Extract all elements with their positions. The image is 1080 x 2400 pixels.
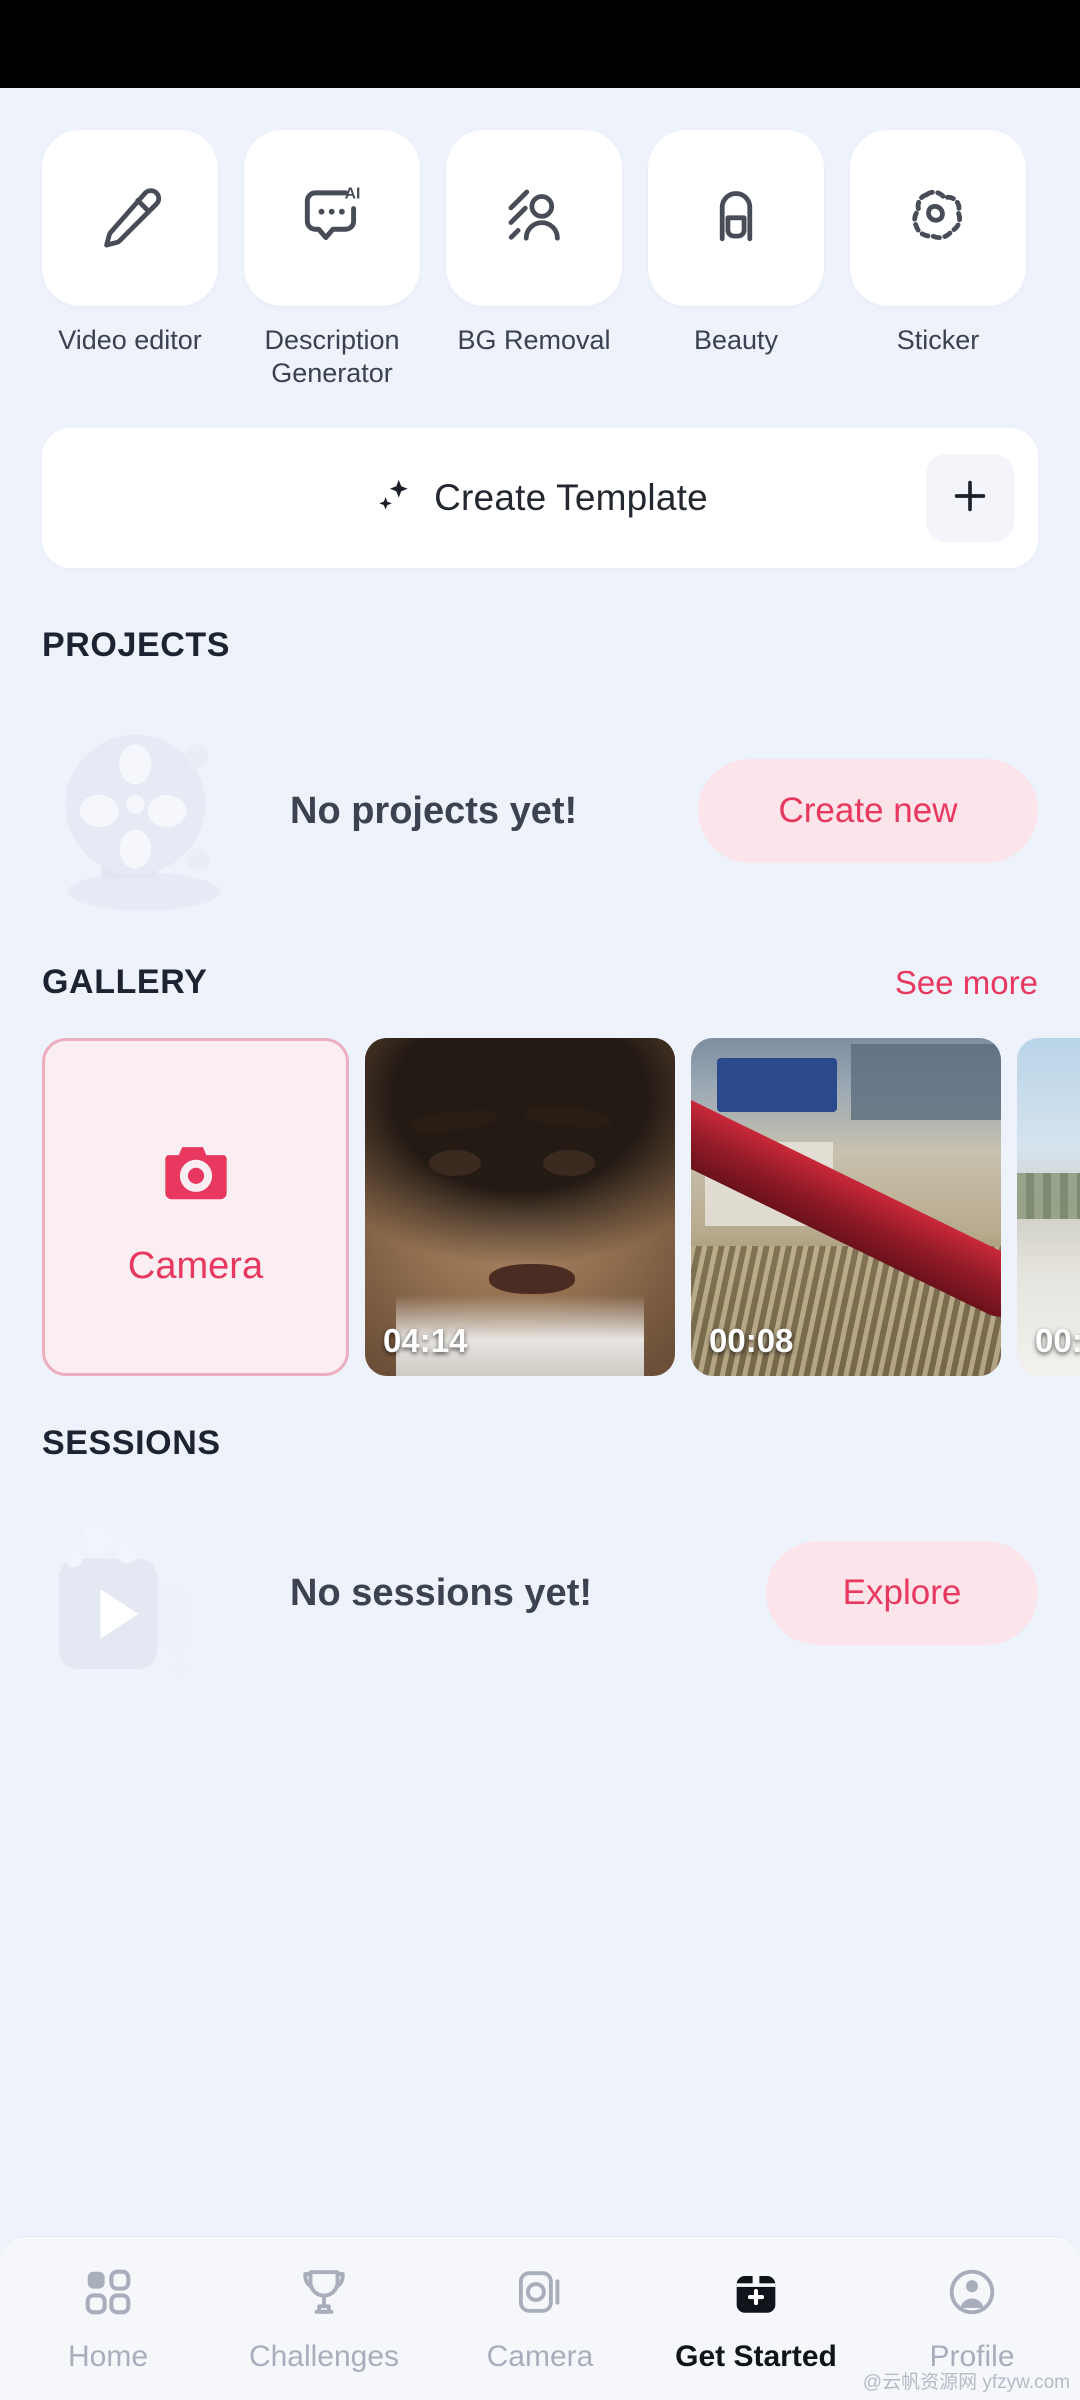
tool-card[interactable] xyxy=(446,130,622,306)
app-root: Video editor AI Description Generator BG… xyxy=(0,0,1080,2400)
gallery-thumbnail[interactable]: 00:0 xyxy=(1017,1038,1080,1376)
get-started-icon xyxy=(727,2263,785,2326)
tool-card[interactable]: AI xyxy=(244,130,420,306)
tool-bg-removal[interactable]: BG Removal xyxy=(446,130,622,390)
tool-card[interactable] xyxy=(648,130,824,306)
nav-label: Camera xyxy=(486,2340,594,2373)
projects-empty-text: No projects yet! xyxy=(290,789,578,832)
thumbnail-duration: 00:08 xyxy=(709,1322,794,1359)
tool-video-editor[interactable]: Video editor xyxy=(42,130,218,390)
gallery-title: GALLERY xyxy=(42,963,208,1001)
sessions-empty-row: No sessions yet! Explore xyxy=(0,1493,1080,1693)
sparkle-icon xyxy=(372,474,416,523)
tool-label: Description Generator xyxy=(264,325,400,388)
scroll-content: Video editor AI Description Generator BG… xyxy=(0,88,1080,2400)
thumbnail-duration: 04:14 xyxy=(383,1322,468,1359)
nav-label: Get Started xyxy=(675,2340,837,2373)
nav-label: Home xyxy=(67,2340,149,2373)
thumbnail-duration: 00:0 xyxy=(1035,1322,1080,1359)
background-removal-icon xyxy=(498,180,570,257)
projects-section-header: PROJECTS xyxy=(0,626,1080,665)
nav-item-get-started[interactable]: Get Started xyxy=(648,2263,864,2374)
gallery-strip[interactable]: Camera 04:14 00:08 00 xyxy=(0,1038,1080,1376)
tool-label: BG Removal xyxy=(457,325,611,355)
camera-tile-label: Camera xyxy=(127,1245,264,1287)
plus-icon xyxy=(947,473,993,524)
tool-beauty[interactable]: Beauty xyxy=(648,130,824,390)
gallery-camera-tile[interactable]: Camera xyxy=(42,1038,349,1376)
gallery-section-header: GALLERY See more xyxy=(0,963,1080,1002)
tool-label: Video editor xyxy=(58,325,202,355)
video-play-icon xyxy=(42,1498,254,1688)
nav-item-home[interactable]: Home xyxy=(0,2263,216,2374)
tool-card[interactable] xyxy=(850,130,1026,306)
tool-description-generator[interactable]: AI Description Generator xyxy=(244,130,420,390)
tools-row[interactable]: Video editor AI Description Generator BG… xyxy=(0,88,1080,390)
tool-label: Sticker xyxy=(896,325,980,355)
create-template-label: Create Template xyxy=(434,477,708,518)
add-template-button[interactable] xyxy=(926,454,1014,542)
trophy-icon xyxy=(295,2263,353,2326)
projects-empty-row: No projects yet! Create new xyxy=(0,701,1080,921)
tool-label: Beauty xyxy=(693,325,779,355)
sticker-dashed-icon xyxy=(902,180,974,257)
beauty-nail-icon xyxy=(700,180,772,257)
person-circle-icon xyxy=(943,2263,1001,2326)
nav-label: Challenges xyxy=(248,2340,400,2373)
nav-item-profile[interactable]: Profile xyxy=(864,2263,1080,2374)
svg-text:AI: AI xyxy=(345,185,361,202)
camera-outline-icon xyxy=(511,2263,569,2326)
gallery-thumbnail[interactable]: 04:14 xyxy=(365,1038,675,1376)
gallery-see-more-link[interactable]: See more xyxy=(895,964,1038,1002)
sessions-empty-text: No sessions yet! xyxy=(290,1571,592,1614)
watermark-text: @云帆资源网 yfzyw.com xyxy=(862,2372,1070,2393)
create-new-button[interactable]: Create new xyxy=(698,759,1038,863)
camera-icon xyxy=(150,1126,242,1223)
create-template-inner: Create Template xyxy=(372,474,708,523)
tool-sticker[interactable]: Sticker xyxy=(850,130,1026,390)
sessions-section-header: SESSIONS xyxy=(0,1424,1080,1463)
status-bar xyxy=(0,0,1080,88)
tool-card[interactable] xyxy=(42,130,218,306)
explore-button[interactable]: Explore xyxy=(766,1541,1038,1645)
create-template-card[interactable]: Create Template xyxy=(42,428,1038,568)
nav-item-challenges[interactable]: Challenges xyxy=(216,2263,432,2374)
projects-title: PROJECTS xyxy=(42,626,231,664)
pencil-icon xyxy=(94,180,166,257)
sessions-title: SESSIONS xyxy=(42,1424,221,1462)
film-reel-icon xyxy=(42,705,254,917)
grid-icon xyxy=(79,2263,137,2326)
gallery-thumbnail[interactable]: 00:08 xyxy=(691,1038,1001,1376)
nav-item-camera[interactable]: Camera xyxy=(432,2263,648,2374)
bottom-navigation-bar: Home Challenges Camera Get Started Profi… xyxy=(0,2236,1080,2400)
ai-chat-bubble-icon: AI xyxy=(295,179,369,258)
